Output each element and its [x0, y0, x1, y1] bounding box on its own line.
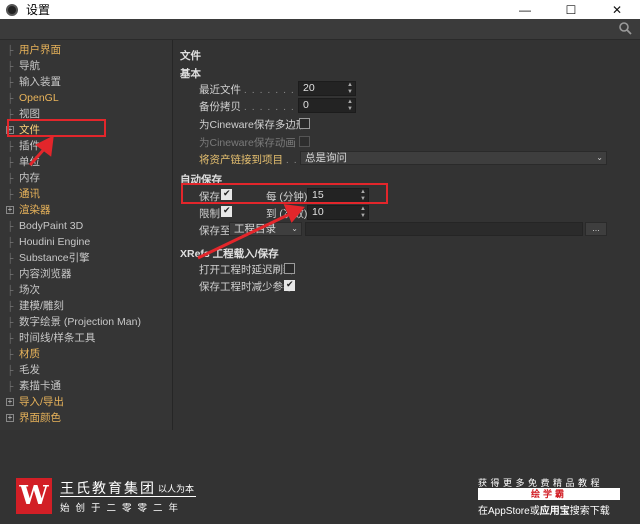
tree-line-icon: ├	[7, 77, 14, 87]
sidebar-item-materials[interactable]: ├ 材质	[0, 346, 172, 362]
sidebar-item-projection-man[interactable]: ├ 数字绘景 (Projection Man)	[0, 314, 172, 330]
delay-refresh-label: 打开工程时延迟刷新	[199, 264, 294, 276]
window-title: 设置	[26, 3, 51, 17]
annotation-box-autosave	[181, 183, 388, 204]
page-title: 文件	[180, 50, 201, 62]
sidebar-item-bodypaint[interactable]: ├ BodyPaint 3D	[0, 218, 172, 234]
expand-icon[interactable]: +	[6, 398, 14, 406]
cineware-animation-checkbox[interactable]	[299, 136, 310, 147]
chevron-down-icon: ⌄	[596, 153, 603, 162]
tree-line-icon: ├	[7, 189, 14, 199]
tree-line-icon: ├	[7, 333, 14, 343]
to-count-input[interactable]: 10 ▲ ▼	[307, 205, 369, 220]
expand-icon[interactable]: +	[6, 414, 14, 422]
tree-line-icon: ├	[7, 157, 14, 167]
limit-checkbox[interactable]	[221, 205, 232, 217]
search-icon[interactable]	[618, 21, 632, 35]
tree-line-icon: ├	[7, 253, 14, 263]
save-to-label: 保存至	[199, 225, 231, 237]
close-button[interactable]: ✕	[594, 0, 640, 19]
expand-icon[interactable]: +	[6, 206, 14, 214]
promo-app-tag: 绘学霸	[478, 488, 620, 500]
reduce-references-label: 保存工程时减少参考	[199, 281, 294, 293]
tree-line-icon: ├	[7, 45, 14, 55]
settings-category-tree: ├ 用户界面 ├ 导航 ├ 输入装置 ├ OpenGL ├ 视图 + 文件 ├ 插件 ├ 单位 …	[0, 40, 173, 430]
recent-files-input[interactable]: 20 ▲ ▼	[298, 81, 356, 96]
asset-link-dropdown[interactable]: 总是询问 ⌄	[300, 151, 607, 165]
asset-link-label: 将资产链接到项目 . . .	[199, 154, 306, 166]
settings-content-panel: 文件 基本 最近文件 . . . . . . . . . 20 ▲ ▼ 备份拷贝 .…	[174, 40, 640, 430]
tree-line-icon: ├	[7, 301, 14, 311]
sidebar-item-communication[interactable]: ├ 通讯	[0, 186, 172, 202]
sidebar-item-memory[interactable]: ├ 内存	[0, 170, 172, 186]
browse-button[interactable]: ...	[585, 222, 607, 236]
maximize-button[interactable]: ☐	[548, 0, 594, 19]
sidebar-item-substance-engine[interactable]: ├ Substance引擎	[0, 250, 172, 266]
sidebar-item-user-interface[interactable]: ├ 用户界面	[0, 42, 172, 58]
tree-line-icon: ├	[7, 221, 14, 231]
brand-divider	[60, 496, 196, 497]
promo-download-line: 在AppStore或应用宝搜索下载	[478, 506, 610, 517]
limit-label: 限制	[199, 208, 220, 220]
tree-line-icon: ├	[7, 285, 14, 295]
cineware-animation-label: 为Cineware保存动画	[199, 137, 296, 149]
annotation-box-files	[7, 119, 106, 137]
cineware-polygons-checkbox[interactable]	[299, 118, 310, 129]
sidebar-item-sketch-toon[interactable]: ├ 素描卡通	[0, 378, 172, 394]
title-bar: 设置 — ☐ ✕	[0, 0, 640, 19]
sidebar-item-houdini-engine[interactable]: ├ Houdini Engine	[0, 234, 172, 250]
sidebar-item-hair[interactable]: ├ 毛发	[0, 362, 172, 378]
sidebar-item-opengl[interactable]: ├ OpenGL	[0, 90, 172, 106]
search-bar[interactable]	[0, 19, 640, 40]
tree-line-icon: ├	[7, 141, 14, 151]
sidebar-item-interface-colors[interactable]: + 界面颜色	[0, 410, 172, 426]
tree-line-icon: ├	[7, 93, 14, 103]
sidebar-item-modeling-sculpting[interactable]: ├ 建模/雕刻	[0, 298, 172, 314]
sidebar-item-content-browser[interactable]: ├ 内容浏览器	[0, 266, 172, 282]
sidebar-item-takes[interactable]: ├ 场次	[0, 282, 172, 298]
brand-founded: 始创于二零零二年	[60, 503, 185, 514]
tree-line-icon: ├	[7, 269, 14, 279]
brand-name: 王氏教育集团	[60, 480, 156, 496]
sidebar-item-renderer[interactable]: + 渲染器	[0, 202, 172, 218]
tree-line-icon: ├	[7, 237, 14, 247]
reduce-references-checkbox[interactable]	[284, 279, 295, 291]
sidebar-item-timeline-spline[interactable]: ├ 时间线/样条工具	[0, 330, 172, 346]
sidebar-item-plugins[interactable]: ├ 插件	[0, 138, 172, 154]
sidebar-item-import-export[interactable]: + 导入/导出	[0, 394, 172, 410]
brand-slogan: 以人为本	[158, 484, 195, 494]
spinner-arrows-icon[interactable]: ▲ ▼	[347, 99, 353, 112]
save-to-path-field[interactable]	[305, 222, 583, 236]
section-xrefs-title: XRefs 工程载入/保存	[180, 248, 279, 260]
sidebar-item-units[interactable]: ├ 单位	[0, 154, 172, 170]
backup-copies-input[interactable]: 0 ▲ ▼	[298, 98, 356, 113]
delay-refresh-checkbox[interactable]	[284, 263, 295, 274]
tree-line-icon: ├	[7, 381, 14, 391]
tree-line-icon: ├	[7, 61, 14, 71]
spinner-arrows-icon[interactable]: ▲ ▼	[347, 82, 353, 95]
recent-files-label: 最近文件 . . . . . . . . .	[199, 84, 311, 96]
to-count-label: 到 (次数)	[266, 208, 308, 220]
tree-line-icon: ├	[7, 349, 14, 359]
chevron-down-icon: ⌄	[291, 224, 298, 233]
backup-copies-label: 备份拷贝 . . . . . . . . .	[199, 101, 311, 113]
sidebar-item-navigation[interactable]: ├ 导航	[0, 58, 172, 74]
window-controls: — ☐ ✕	[502, 0, 640, 19]
wangshi-logo: W	[16, 478, 52, 514]
tree-line-icon: ├	[7, 365, 14, 375]
tree-line-icon: ├	[7, 317, 14, 327]
sidebar-item-input-devices[interactable]: ├ 输入装置	[0, 74, 172, 90]
spinner-arrows-icon[interactable]: ▲ ▼	[360, 206, 366, 219]
tree-line-icon: ├	[7, 173, 14, 183]
section-basic-title: 基本	[180, 68, 201, 80]
watermark-footer: W 王氏教育集团 以人为本 始创于二零零二年 获得更多免费精品教程 绘学霸 在A…	[0, 430, 640, 524]
cineware-polygons-label: 为Cineware保存多边形	[199, 119, 307, 131]
cinema4d-app-icon	[6, 3, 18, 16]
minimize-button[interactable]: —	[502, 0, 548, 19]
save-to-dropdown[interactable]: 工程目录 ⌄	[229, 222, 302, 236]
